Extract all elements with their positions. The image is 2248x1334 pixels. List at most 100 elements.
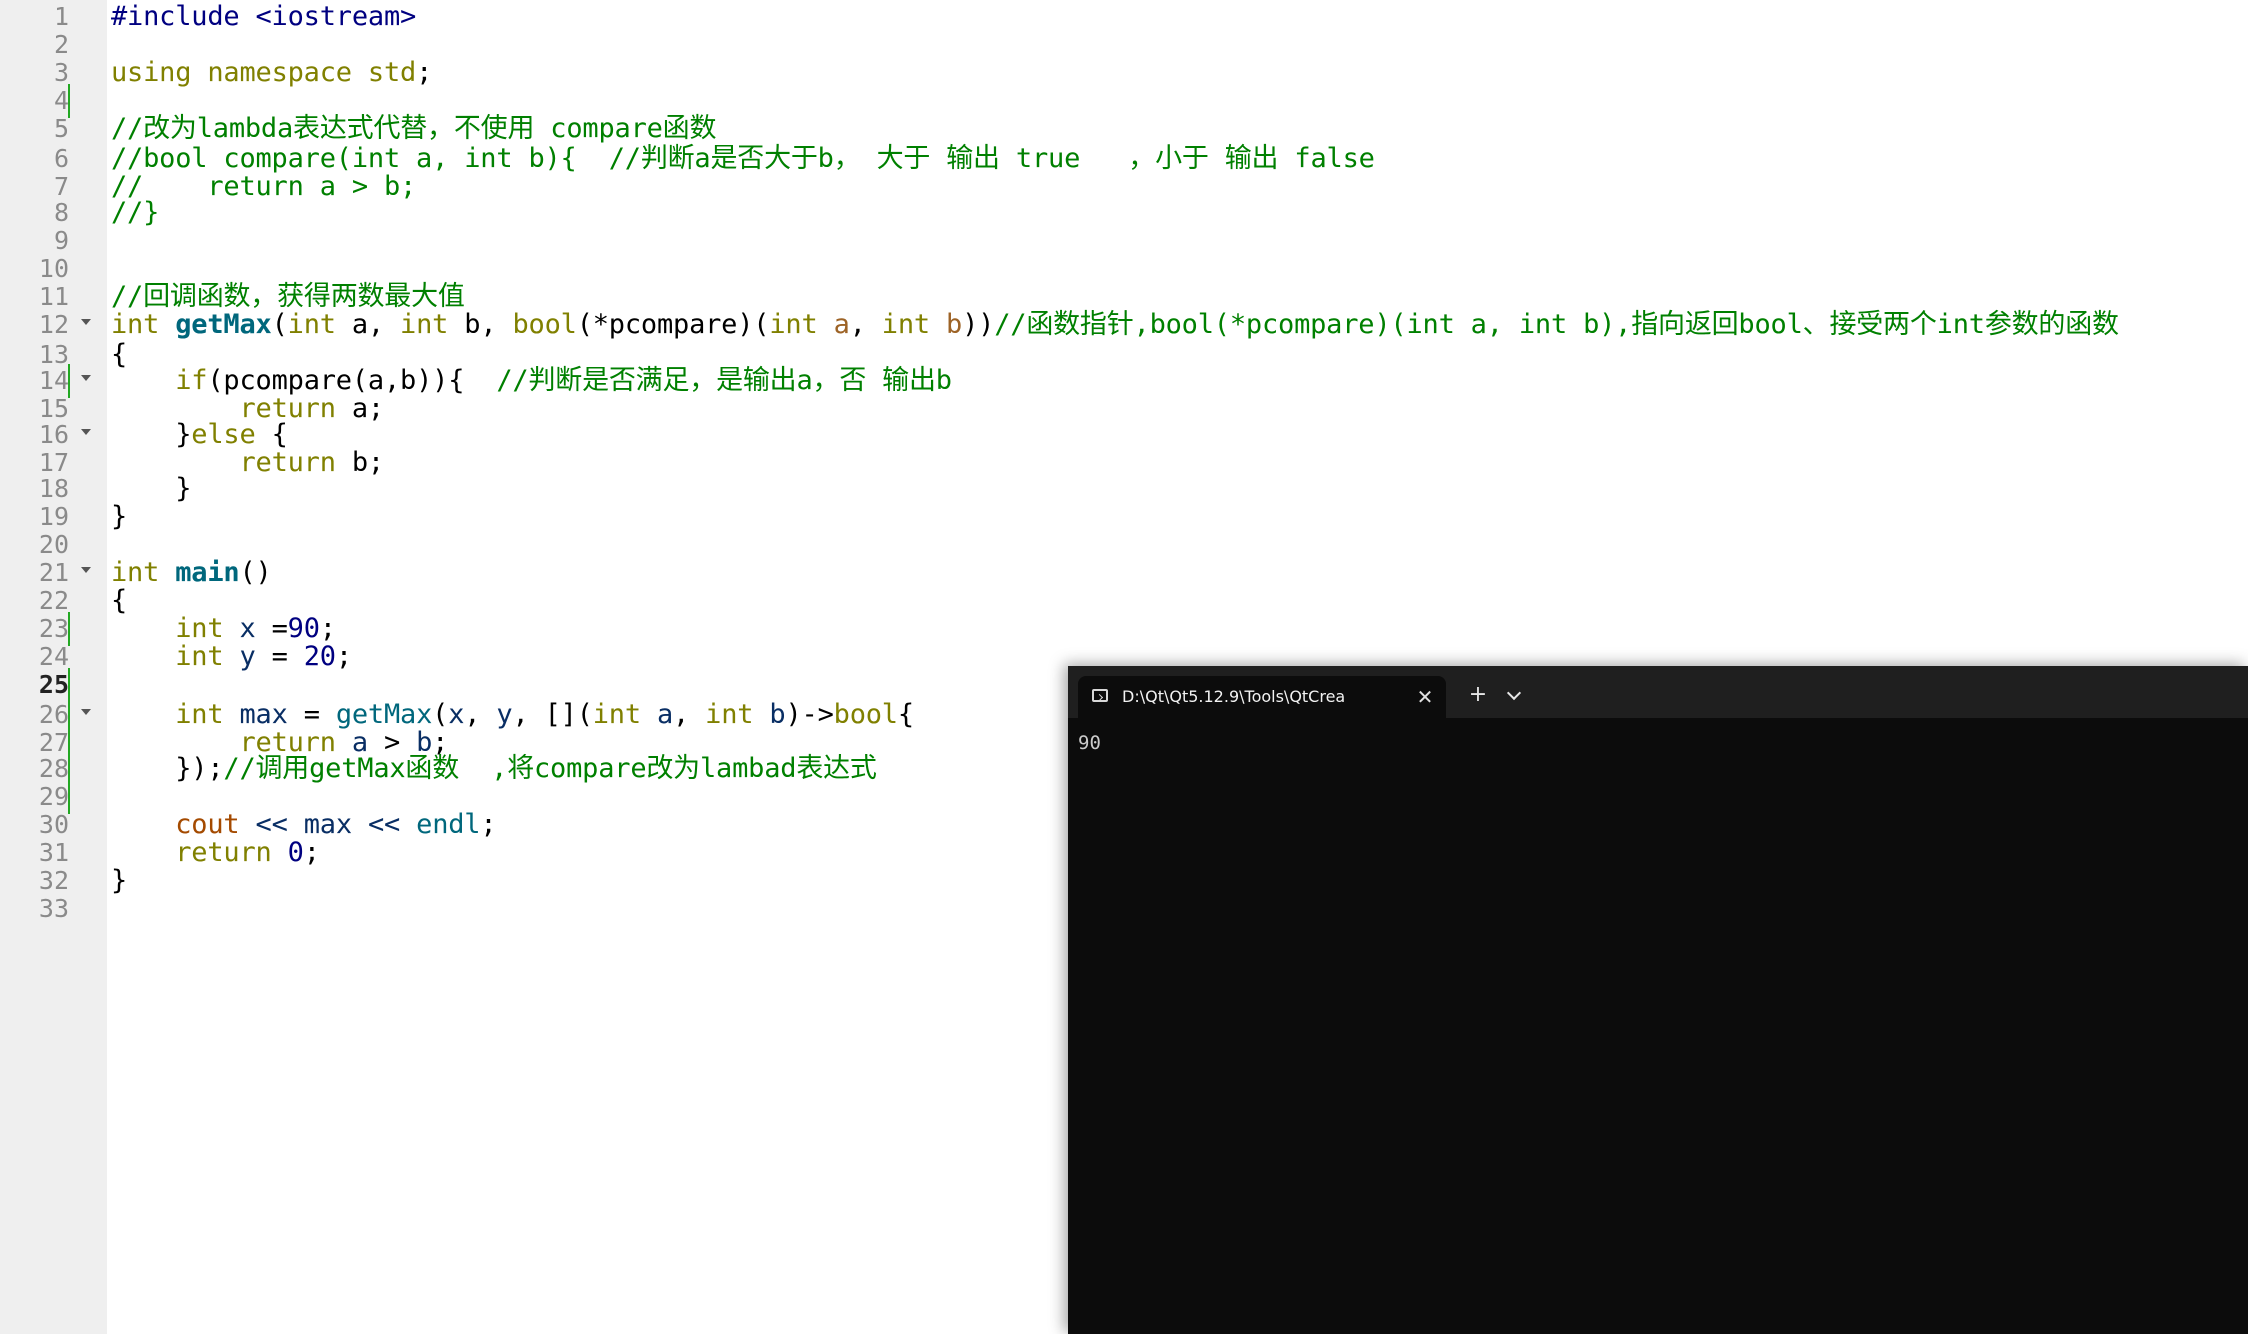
code-line[interactable]: using namespace std; [111, 56, 432, 90]
new-tab-button[interactable]: + [1464, 681, 1492, 709]
terminal-window[interactable]: D:\Qt\Qt5.12.9\Tools\QtCreator\bin\qtcre… [1068, 666, 2248, 1334]
gutter-line: 33 [0, 892, 107, 926]
terminal-tab-title: D:\Qt\Qt5.12.9\Tools\QtCreator\bin\qtcre… [1122, 687, 1344, 706]
fold-arrow-icon[interactable] [81, 375, 91, 381]
fold-arrow-icon[interactable] [81, 709, 91, 715]
code-line[interactable]: //} [111, 196, 159, 230]
code-token: getMax [175, 309, 272, 340]
code-token: }); [111, 753, 224, 784]
code-token: bool [512, 309, 577, 340]
code-token: , [849, 309, 882, 340]
line-number: 33 [38, 894, 69, 923]
code-token: //函数指针,bool(*pcompare)(int a, int b),指向返… [994, 309, 2119, 340]
code-token: , [673, 699, 706, 730]
terminal-icon [1092, 689, 1108, 702]
code-token: //改为lambda表达式代替，不使用 compare函数 [111, 113, 717, 144]
terminal-tab[interactable]: D:\Qt\Qt5.12.9\Tools\QtCreator\bin\qtcre… [1078, 676, 1446, 718]
code-token: )) [962, 309, 995, 340]
code-token: )-> [785, 699, 834, 730]
code-token: y [239, 641, 256, 672]
code-token: return [239, 447, 336, 478]
code-token: { [897, 699, 914, 730]
chevron-down-icon [1506, 685, 1522, 701]
code-token: endl [416, 809, 481, 840]
code-token: namespace [207, 57, 352, 88]
code-token: } [111, 865, 128, 896]
code-line[interactable]: int main() [111, 556, 272, 590]
code-token: << [367, 809, 401, 840]
code-line[interactable]: } [111, 864, 127, 898]
code-token: 20 [303, 641, 336, 672]
code-token: return [175, 837, 272, 868]
close-tab-icon[interactable]: ✕ [1412, 684, 1438, 710]
line-number: 12 [38, 310, 69, 339]
code-token: = [255, 641, 304, 672]
code-token: bool [833, 699, 898, 730]
terminal-output: 90 [1078, 732, 1101, 754]
code-token: //} [111, 197, 160, 228]
code-token: int [705, 699, 754, 730]
code-token: int [769, 309, 818, 340]
code-line[interactable]: int getMax(int a, int b, bool(*pcompare)… [111, 308, 2119, 342]
code-line[interactable]: //改为lambda表达式代替，不使用 compare函数 [111, 112, 716, 146]
code-token: //调用getMax函数 ,将compare改为lambad表达式 [223, 753, 877, 784]
code-token: 0 [287, 837, 304, 868]
code-token: y [496, 699, 513, 730]
code-token: a; [335, 393, 384, 424]
code-token: b [946, 309, 963, 340]
code-token: using [111, 57, 192, 88]
code-line[interactable]: int y = 20; [111, 640, 352, 674]
code-token: ; [303, 837, 320, 868]
code-token: ; [480, 809, 497, 840]
fold-arrow-icon[interactable] [81, 429, 91, 435]
code-token: , []( [512, 699, 593, 730]
code-token: main [175, 557, 240, 588]
code-token: int [400, 309, 449, 340]
fold-arrow-icon[interactable] [81, 567, 91, 573]
code-token: int [881, 309, 930, 340]
code-token: b; [335, 447, 384, 478]
code-token: std [367, 57, 417, 88]
code-token: a, [335, 309, 401, 340]
gutter-line: 12 [0, 308, 107, 342]
code-token: int [111, 309, 160, 340]
code-token: (*pcompare)( [576, 309, 770, 340]
code-line[interactable]: });//调用getMax函数 ,将compare改为lambad表达式 [111, 752, 877, 786]
modified-line-marker [68, 668, 70, 702]
code-token: int [592, 699, 641, 730]
code-token: () [239, 557, 272, 588]
code-token: ( [271, 309, 288, 340]
code-line[interactable]: #include <iostream> [111, 0, 416, 34]
gutter-line: 25 [0, 668, 107, 702]
line-number: 25 [38, 670, 69, 699]
line-number: 5 [53, 114, 69, 143]
fold-arrow-icon[interactable] [81, 319, 91, 325]
code-token: int [287, 309, 336, 340]
code-token: } [111, 501, 128, 532]
code-token: ; [335, 641, 352, 672]
line-number-gutter: 1 2 3 4 5 6 7 8 9 10 11 12 13 14 15 16 17 18 19 20 21 22 23 24 2… [0, 0, 107, 1334]
code-line[interactable]: } [111, 500, 127, 534]
tab-dropdown-button[interactable] [1500, 681, 1528, 709]
terminal-tab-bar: D:\Qt\Qt5.12.9\Tools\QtCreator\bin\qtcre… [1068, 666, 2248, 718]
code-line[interactable]: return 0; [111, 836, 320, 870]
code-token: int [175, 641, 224, 672]
code-token: ; [416, 57, 433, 88]
code-token: b [769, 699, 786, 730]
code-token: x [448, 699, 465, 730]
code-token: a [833, 309, 850, 340]
code-token: #include <iostream> [111, 1, 417, 32]
code-token: , [464, 699, 497, 730]
code-token: b, [448, 309, 513, 340]
